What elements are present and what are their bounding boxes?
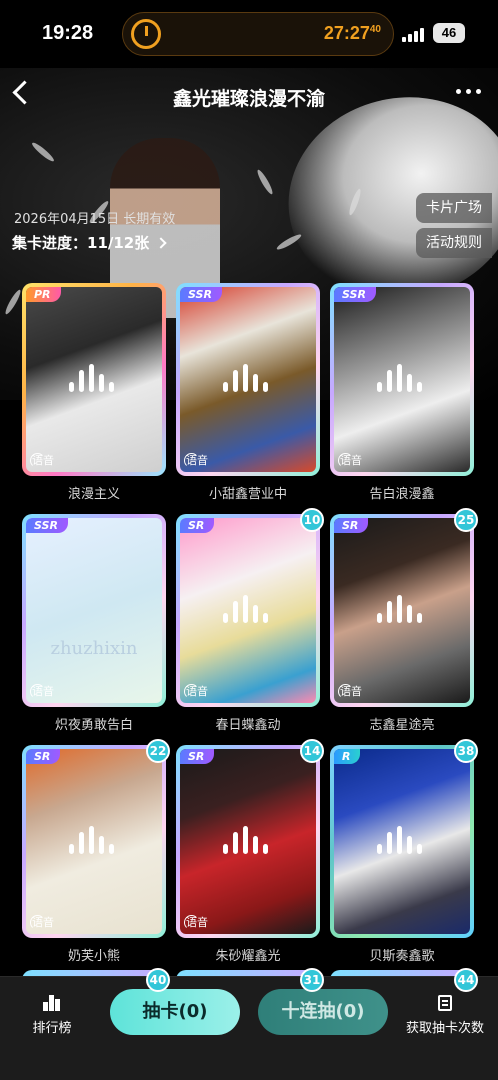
countdown: 27:2740 (323, 23, 381, 43)
signal-icon (402, 26, 428, 42)
card-name: 告白浪漫鑫 (369, 487, 435, 502)
draw-card-button[interactable]: 抽卡(0) (110, 989, 240, 1035)
voice-tag: 语音 (30, 684, 54, 699)
rarity-badge: SSR (180, 287, 222, 302)
voice-wave-icon[interactable] (377, 363, 427, 395)
voice-tag: 语音 (30, 915, 54, 930)
document-icon (438, 995, 452, 1011)
voice-tag: 语音 (184, 453, 208, 468)
bottom-action-bar: 排行榜 抽卡(0) 十连抽(0) 获取抽卡次数 (0, 976, 498, 1080)
card-item[interactable]: SSR 语音 告白浪漫鑫 (330, 283, 474, 502)
card-name: 奶芙小熊 (67, 949, 120, 964)
duplicate-count-badge: 10 (300, 508, 324, 532)
progress-label: 集卡进度：11/12张 (12, 234, 150, 252)
card-item[interactable]: PR 语音 浪漫主义 (22, 283, 166, 502)
voice-tag: 语音 (184, 915, 208, 930)
leaderboard-button[interactable]: 排行榜 (22, 995, 82, 1036)
card-item[interactable]: SSR 语音 小甜鑫营业中 (176, 283, 320, 502)
leaderboard-label: 排行榜 (32, 1021, 72, 1036)
duplicate-count-badge: 44 (454, 968, 478, 992)
voice-tag: 语音 (30, 453, 54, 468)
timer-pill[interactable]: 27:2740 (122, 12, 394, 56)
chevron-right-icon (155, 236, 167, 249)
voice-wave-icon[interactable] (223, 594, 273, 626)
card-name: 朱砂耀鑫光 (215, 949, 281, 964)
rarity-badge: SSR (334, 287, 376, 302)
voice-tag: 语音 (338, 684, 362, 699)
more-options-icon[interactable] (456, 88, 484, 96)
ten-draw-button[interactable]: 十连抽(0) (258, 989, 388, 1035)
card-item[interactable]: SSR zhuzhixin 语音 炽夜勇敢告白 (22, 514, 166, 733)
get-draw-times-button[interactable]: 获取抽卡次数 (404, 995, 486, 1036)
voice-wave-icon[interactable] (69, 825, 119, 857)
rarity-badge: SR (180, 518, 215, 533)
card-name: 小甜鑫营业中 (208, 487, 287, 502)
voice-tag: 语音 (338, 453, 362, 468)
validity-date: 2026年04月15日 长期有效 (14, 212, 176, 227)
card-plaza-button[interactable]: 卡片广场 (416, 193, 492, 223)
duplicate-count-badge: 14 (300, 739, 324, 763)
rarity-badge: SR (180, 749, 215, 764)
duplicate-count-badge: 31 (300, 968, 324, 992)
leaderboard-icon (43, 995, 61, 1011)
stopwatch-icon (131, 19, 161, 49)
card-item[interactable]: 38 R 贝斯奏鑫歌 (330, 739, 478, 964)
battery-icon: 46 (433, 23, 465, 43)
card-item[interactable]: 22 SR 语音 奶芙小熊 (22, 739, 170, 964)
duplicate-count-badge: 38 (454, 739, 478, 763)
duplicate-count-badge: 25 (454, 508, 478, 532)
get-draw-times-label: 获取抽卡次数 (405, 1021, 484, 1036)
rarity-badge: SSR (26, 518, 68, 533)
voice-wave-icon[interactable] (377, 825, 427, 857)
voice-wave-icon[interactable] (69, 363, 119, 395)
card-item[interactable]: 25 SR 语音 志鑫星途亮 (330, 508, 478, 733)
voice-wave-icon[interactable] (377, 594, 427, 626)
card-signature-text: zhuzhixin (50, 638, 138, 659)
nav-bar: 鑫光璀璨浪漫不渝 (0, 68, 498, 124)
card-name: 志鑫星途亮 (369, 718, 435, 733)
collection-progress[interactable]: 集卡进度：11/12张 (12, 232, 167, 253)
duplicate-count-badge: 40 (146, 968, 170, 992)
card-item[interactable]: 14 SR 语音 朱砂耀鑫光 (176, 739, 324, 964)
rarity-badge: SR (334, 518, 369, 533)
voice-wave-icon[interactable] (223, 825, 273, 857)
page-title: 鑫光璀璨浪漫不渝 (172, 88, 325, 110)
rules-button[interactable]: 活动规则 (416, 228, 492, 258)
duplicate-count-badge: 22 (146, 739, 170, 763)
card-name: 春日蝶鑫动 (215, 718, 281, 733)
rarity-badge: PR (26, 287, 61, 302)
voice-tag: 语音 (184, 684, 208, 699)
status-bar: 19:28 27:2740 46 (0, 0, 498, 68)
rarity-badge: SR (26, 749, 61, 764)
card-name: 炽夜勇敢告白 (54, 718, 133, 733)
card-name: 浪漫主义 (67, 487, 120, 502)
card-item[interactable]: 10 SR 语音 春日蝶鑫动 (176, 508, 324, 733)
voice-wave-icon[interactable] (223, 363, 273, 395)
clock: 19:28 (42, 22, 94, 44)
rarity-badge: R (334, 749, 361, 764)
card-name: 贝斯奏鑫歌 (369, 949, 435, 964)
